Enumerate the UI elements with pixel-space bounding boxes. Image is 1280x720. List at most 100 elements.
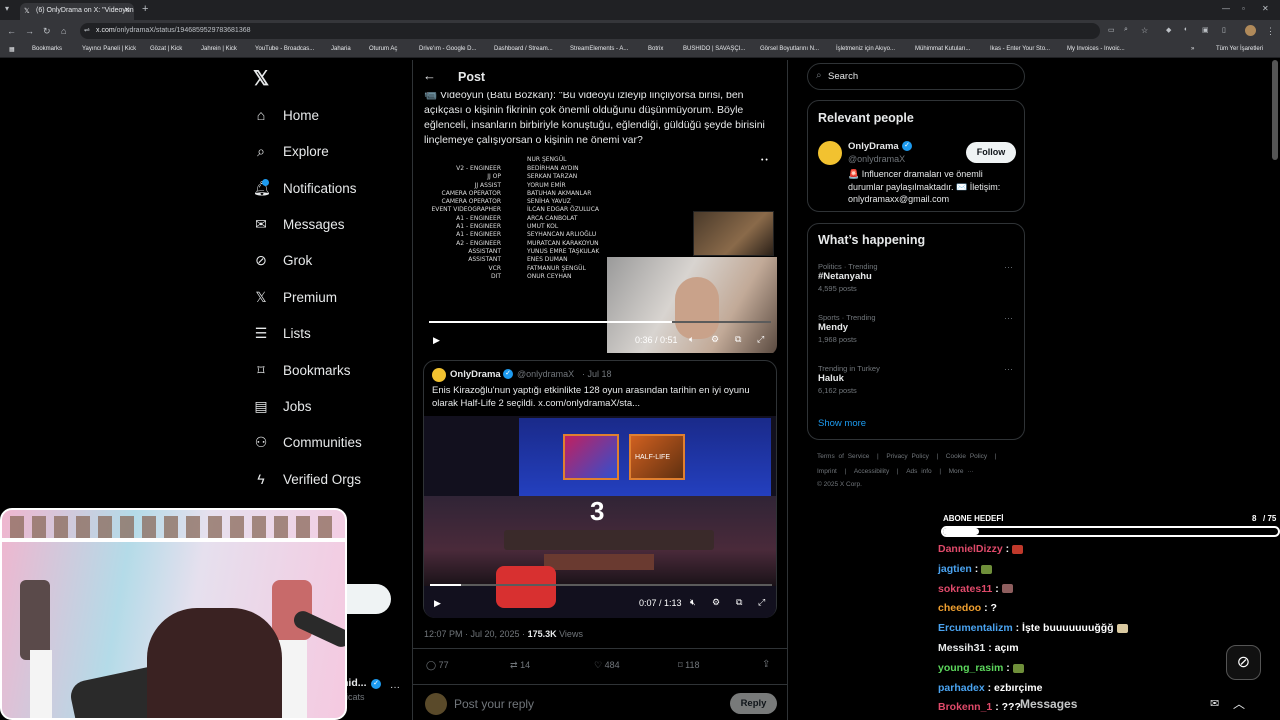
nav-verified-orgs[interactable]: ϟ Verified Orgs (253, 466, 361, 492)
messages-drawer-label[interactable]: Messages (1020, 697, 1077, 711)
maximize-icon[interactable]: ▫ (1242, 4, 1245, 13)
page-scrollbar[interactable] (1272, 60, 1278, 160)
star-icon[interactable]: ☆ (1141, 26, 1148, 35)
forward-icon[interactable]: → (25, 26, 34, 36)
bookmark-item-7[interactable]: Drive'ım - Google D... (419, 46, 477, 52)
nav-explore[interactable]: ⌕ Explore (253, 138, 329, 164)
chat-username[interactable]: sokrates11 (938, 583, 992, 595)
pip-icon[interactable]: ⧉ (735, 334, 741, 345)
url-input[interactable]: ⇌ x.com/onlydramaX/status/19468595297836… (80, 23, 1100, 39)
all-bookmarks[interactable]: Tüm Yer İşaretleri (1216, 46, 1263, 52)
video-progress-track[interactable] (430, 584, 772, 586)
compose-message-icon[interactable]: ✉ (1210, 697, 1219, 710)
reply-button[interactable]: Reply (730, 693, 777, 714)
reload-icon[interactable]: ↻ (43, 26, 51, 37)
play-icon[interactable]: ▶ (434, 598, 441, 609)
nav-lists[interactable]: ☰ Lists (253, 320, 311, 346)
follow-button[interactable]: Follow (966, 142, 1016, 163)
bookmark-item-1[interactable]: Yayıncı Paneli | Kick (82, 46, 136, 52)
reply-action[interactable]: ◯ 77 (426, 660, 449, 671)
site-info-icon[interactable]: ⇌ (84, 26, 90, 34)
settings-icon[interactable]: ⚙ (712, 597, 720, 608)
chat-username[interactable]: DannielDizzy (938, 543, 1003, 555)
mute-icon[interactable]: 🔇︎ (690, 597, 696, 608)
nav-messages[interactable]: ✉ Messages (253, 211, 344, 237)
bookmark-item-12[interactable]: Görsel Boyutlarını N... (760, 46, 819, 52)
chat-username[interactable]: jagtien (938, 563, 972, 575)
bookmark-item-15[interactable]: Ikas - Enter Your Sto... (990, 46, 1050, 52)
person-name[interactable]: OnlyDrama (848, 141, 899, 152)
tab-search-icon[interactable]: ▾ (5, 4, 9, 13)
show-more-link[interactable]: Show more (818, 418, 866, 429)
pip-icon[interactable]: ⧉ (736, 597, 742, 608)
post-timestamp[interactable]: 12:07 PM · Jul 20, 2025 · (424, 629, 528, 639)
footer-link[interactable]: More ··· (949, 468, 974, 475)
nav-bookmarks[interactable]: ⌑ Bookmarks (253, 357, 350, 383)
browser-tab[interactable]: 𝕏 (6) OnlyDrama on X: "Videoyun ✕ (20, 3, 134, 20)
trend-item[interactable]: Trending in Turkey Haluk 6,162 posts ··· (818, 364, 1018, 404)
zoom-icon[interactable]: ⌕ (1124, 26, 1128, 34)
extension-icon[interactable]: ◆ (1166, 26, 1171, 34)
back-arrow-icon[interactable]: ← (423, 68, 436, 83)
footer-link[interactable]: Privacy Policy (886, 453, 928, 460)
chat-username[interactable]: young_rasim (938, 662, 1003, 674)
nav-premium[interactable]: 𝕏 Premium (253, 284, 337, 310)
bookmark-item-10[interactable]: Botrix (648, 46, 663, 52)
quoted-post[interactable]: OnlyDrama ✓ @onlydramaX · Jul 18 Enis Ki… (423, 360, 777, 618)
apps-grid-icon[interactable]: ▦ (9, 46, 15, 53)
new-tab-icon[interactable]: + (142, 3, 148, 15)
bookmark-action[interactable]: ⌑ 118 (678, 660, 700, 671)
person-avatar[interactable] (818, 141, 842, 165)
trend-more-icon[interactable]: ··· (1004, 262, 1013, 272)
grok-fab-icon[interactable]: ⊘ (1226, 645, 1261, 680)
bookmark-item-3[interactable]: Jahrein | Kick (201, 46, 237, 52)
bookmark-item-9[interactable]: StreamElements - A... (570, 46, 628, 52)
bookmark-item-13[interactable]: İşletmeniz için Akıyo... (836, 46, 895, 52)
minimize-icon[interactable]: — (1222, 4, 1230, 13)
bookmark-item-6[interactable]: Oturum Aç (369, 46, 397, 52)
chat-username[interactable]: parhadex (938, 682, 985, 694)
sidebar-icon[interactable]: ▯ (1222, 26, 1226, 34)
share-icon[interactable]: ⇪ (762, 659, 770, 670)
video-player-2[interactable]: HALF-LIFE 3 ▶ 0:07 / 1:13 🔇︎ ⚙ ⧉ ⤢ (424, 416, 776, 618)
bookmark-item-0[interactable]: Bookmarks (32, 46, 62, 52)
puzzle-icon[interactable]: ▣ (1202, 26, 1209, 34)
volume-icon[interactable]: 🔈︎ (689, 334, 694, 345)
profile-avatar-icon[interactable] (1245, 25, 1256, 36)
close-window-icon[interactable]: ✕ (1262, 4, 1269, 13)
video-progress-track[interactable] (429, 321, 771, 323)
cast-icon[interactable]: ▭ (1108, 26, 1115, 34)
bookmark-item-4[interactable]: YouTube - Broadcas... (255, 46, 314, 52)
trend-more-icon[interactable]: ··· (1004, 313, 1013, 323)
extension2-icon[interactable]: ◐ (1184, 26, 1188, 33)
bookmark-item-5[interactable]: Jaharia (331, 46, 351, 52)
bookmark-item-14[interactable]: Mühimmat Kutuları... (915, 46, 970, 52)
bookmark-item-11[interactable]: BUSHIDO | SAVAŞÇI... (683, 46, 745, 52)
footer-link[interactable]: Ads info (906, 468, 932, 475)
home-browser-icon[interactable]: ⌂ (61, 26, 66, 36)
video-player-1[interactable]: NUR ŞENGÜL V2 - ENGINEER JJ OP JJ ASSIST CA… (423, 155, 777, 355)
bookmark-item-2[interactable]: Gözat | Kick (150, 46, 182, 52)
chat-username[interactable]: Brokenn_1 (938, 701, 992, 713)
fullscreen-icon[interactable]: ⤢ (758, 597, 765, 608)
trend-item[interactable]: Politics · Trending #Netanyahu 4,595 pos… (818, 262, 1018, 302)
nav-grok[interactable]: ⊘ Grok (253, 247, 312, 273)
quote-name[interactable]: OnlyDrama (450, 369, 501, 380)
back-icon[interactable]: ← (7, 26, 16, 36)
nav-jobs[interactable]: ▤ Jobs (253, 393, 311, 419)
footer-link[interactable]: Cookie Policy (946, 453, 987, 460)
search-input[interactable]: ⌕ Search (807, 63, 1025, 90)
footer-link[interactable]: Imprint (817, 468, 837, 475)
chat-username[interactable]: Ercumentalizm (938, 622, 1013, 634)
chat-username[interactable]: cheedoo (938, 602, 981, 614)
close-tab-icon[interactable]: ✕ (124, 6, 130, 14)
trend-more-icon[interactable]: ··· (1004, 364, 1013, 374)
bookmarks-overflow-icon[interactable]: » (1191, 46, 1194, 52)
trend-item[interactable]: Sports · Trending Mendy 1,968 posts ··· (818, 313, 1018, 353)
menu-dots-icon[interactable]: ⋮ (1266, 26, 1275, 37)
account-menu-icon[interactable]: ··· (390, 682, 400, 693)
footer-link[interactable]: Terms of Service (817, 453, 869, 460)
footer-link[interactable]: Accessibility (854, 468, 889, 475)
reply-input[interactable]: Post your reply (454, 697, 534, 711)
bookmark-item-8[interactable]: Dashboard / Stream... (494, 46, 553, 52)
